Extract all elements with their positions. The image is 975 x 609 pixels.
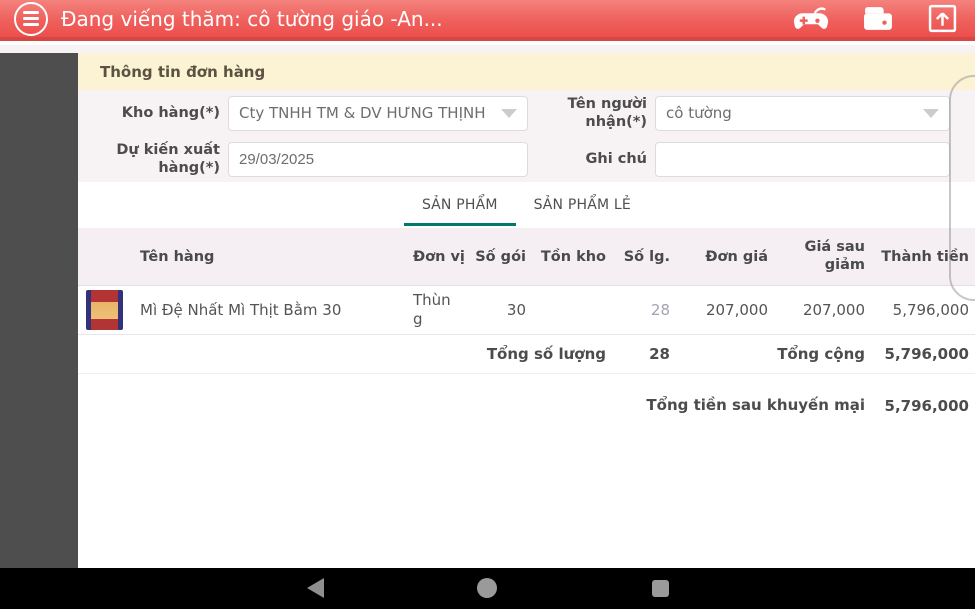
product-unit-price: 207,000 [705, 301, 768, 319]
recents-icon[interactable] [652, 580, 669, 597]
order-panel: Thông tin đơn hàng Kho hàng(*) Cty TNHH … [78, 53, 975, 568]
product-packages: 30 [506, 301, 526, 319]
col-ton-kho: Tồn kho [540, 248, 606, 265]
edge-panel-handle[interactable] [949, 75, 975, 301]
col-ten-hang: Tên hàng [140, 248, 215, 265]
total-qty-value: 28 [649, 345, 670, 363]
table-row[interactable]: Mì Đệ Nhất Mì Thịt Bằm 30 Thùng 30 28 20… [78, 286, 975, 335]
col-gia-sau-giam: Giá sau giảm [804, 239, 865, 273]
app-bar: Đang viếng thăm: cô tường giáo -An... [0, 0, 975, 41]
grand-total-label: Tổng cộng [777, 345, 865, 363]
grand-total-value: 5,796,000 [884, 345, 969, 363]
note-input[interactable] [655, 141, 950, 177]
tab-bar: SẢN PHẨM SẢN PHẨM LẺ [78, 182, 975, 228]
receiver-value: cô tường [666, 104, 732, 122]
product-qty-input[interactable]: 28 [612, 301, 676, 319]
warehouse-label: Kho hàng(*) [121, 104, 220, 121]
receiver-label: Tên người nhận(*) [567, 95, 647, 130]
note-label: Ghi chú [585, 150, 647, 167]
product-unit: Thùng [413, 291, 451, 328]
tab-san-pham[interactable]: SẢN PHẨM [404, 182, 516, 228]
product-price-after-discount: 207,000 [802, 301, 865, 319]
total-qty-label: Tổng số lượng [486, 345, 606, 363]
after-promo-value: 5,796,000 [884, 396, 969, 415]
col-don-gia: Đơn giá [705, 248, 768, 265]
gamepad-icon[interactable] [793, 5, 829, 32]
content-area: Thông tin đơn hàng Kho hàng(*) Cty TNHH … [0, 45, 975, 568]
section-title: Thông tin đơn hàng [78, 53, 975, 90]
chevron-down-icon [923, 108, 939, 118]
after-promo-label: Tổng tiền sau khuyến mại [646, 396, 865, 414]
after-promo-row: Tổng tiền sau khuyến mại 5,796,000 [78, 396, 975, 416]
android-nav-bar [0, 568, 975, 609]
product-name: Mì Đệ Nhất Mì Thịt Bằm 30 [140, 301, 342, 319]
menu-icon[interactable] [14, 1, 48, 36]
totals-row: Tổng số lượng 28 Tổng cộng 5,796,000 [78, 335, 975, 374]
back-icon[interactable] [307, 578, 324, 598]
chevron-down-icon [501, 108, 517, 118]
col-so-goi: Số gói [475, 248, 526, 265]
table-header: Tên hàng Đơn vị Số gói Tồn kho Số lg. Đơ… [78, 228, 975, 286]
ship-date-label: Dự kiến xuất hàng(*) [116, 141, 220, 176]
col-don-vi: Đơn vị [413, 248, 465, 265]
product-amount: 5,796,000 [892, 301, 969, 319]
form-row-2: Dự kiến xuất hàng(*) Ghi chú [78, 136, 975, 182]
ship-date-input[interactable] [228, 141, 528, 177]
warehouse-select[interactable]: Cty TNHH TM & DV HƯNG THỊNH [228, 95, 528, 131]
product-image [86, 290, 123, 330]
nav-drawer-scrim[interactable] [0, 53, 78, 568]
tab-san-pham-le[interactable]: SẢN PHẨM LẺ [516, 182, 649, 228]
home-icon[interactable] [477, 578, 497, 598]
form-row-1: Kho hàng(*) Cty TNHH TM & DV HƯNG THỊNH … [78, 90, 975, 136]
wallet-icon[interactable] [863, 5, 894, 32]
upload-icon[interactable] [928, 4, 957, 33]
warehouse-value: Cty TNHH TM & DV HƯNG THỊNH [239, 104, 486, 122]
col-so-lg: Số lg. [623, 248, 670, 265]
app-bar-title: Đang viếng thăm: cô tường giáo -An... [61, 6, 443, 31]
receiver-select[interactable]: cô tường [655, 95, 950, 131]
